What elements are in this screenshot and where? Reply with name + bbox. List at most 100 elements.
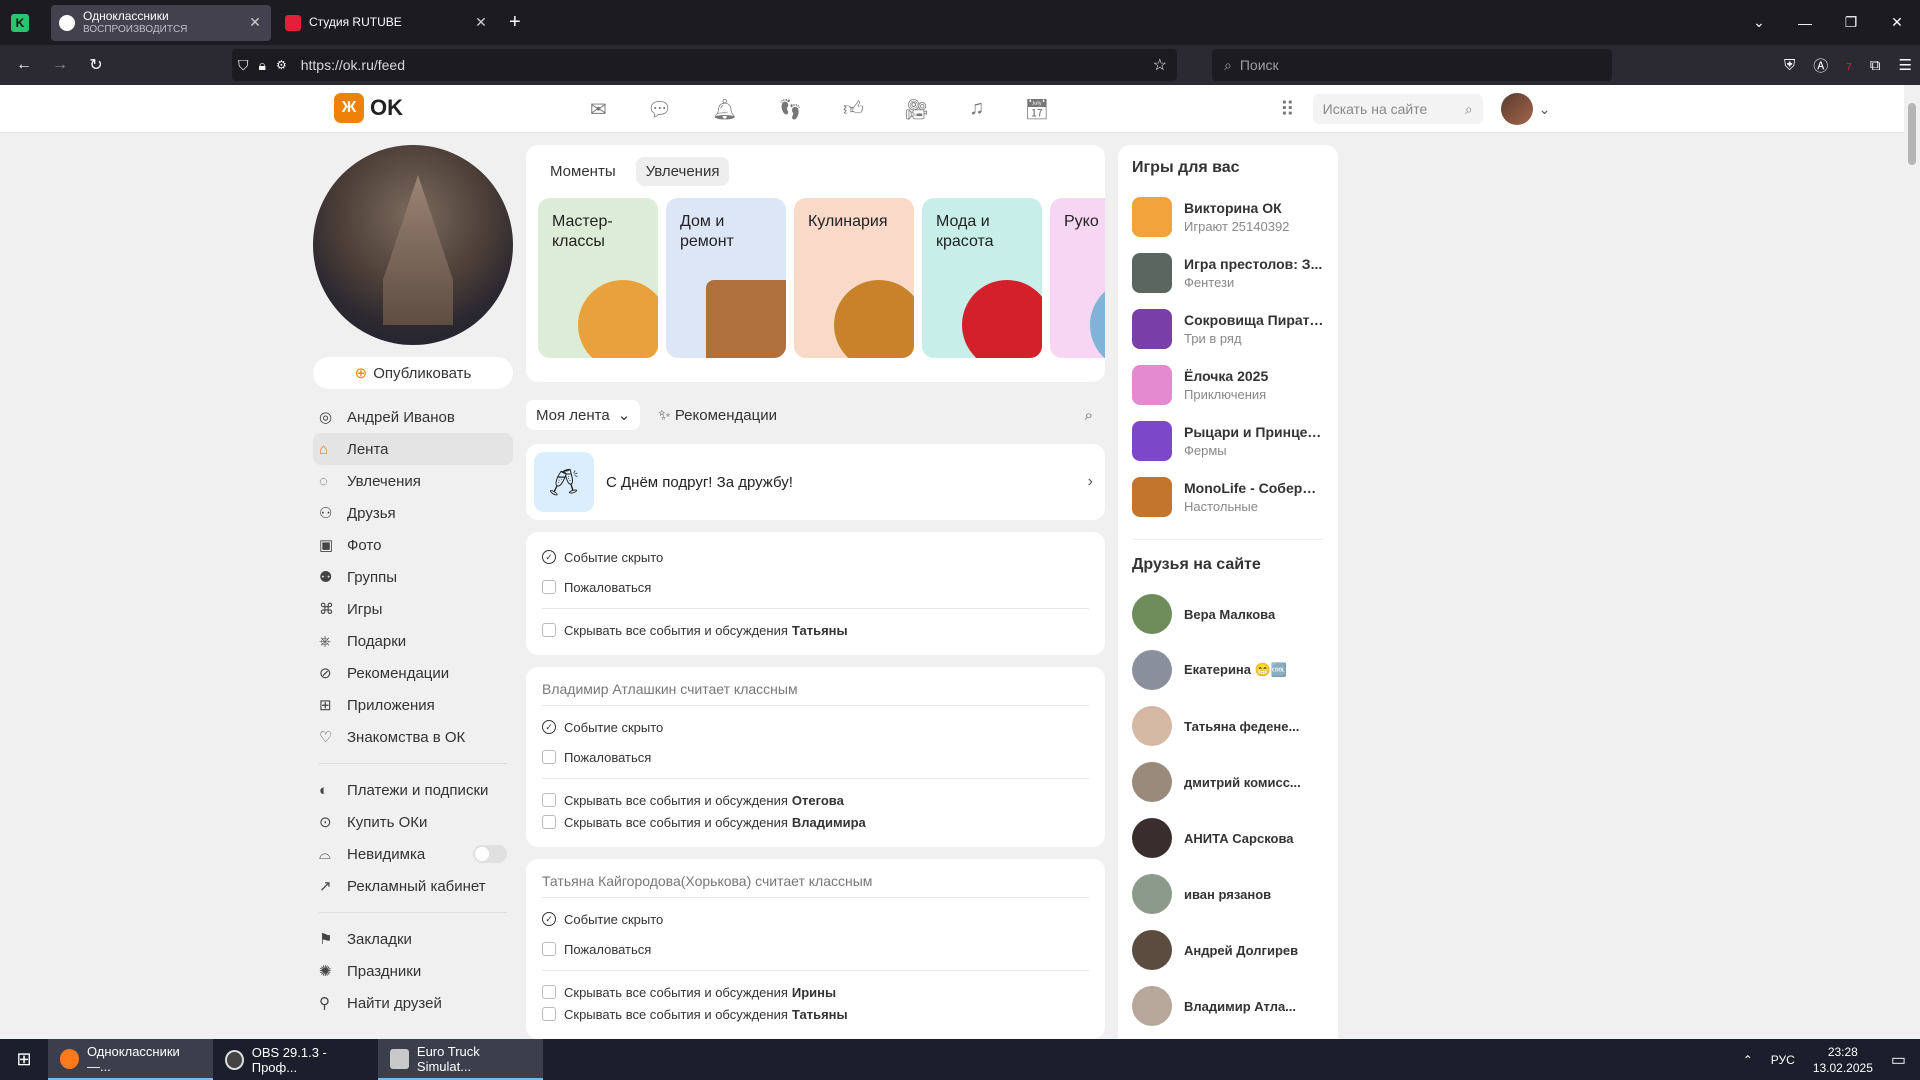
friend-item[interactable]: иван рязанов: [1132, 866, 1324, 922]
apps-grid-icon[interactable]: ⠿: [1280, 97, 1295, 122]
reload-icon[interactable]: ↻: [78, 55, 114, 75]
report-row[interactable]: Пожаловаться: [542, 746, 1089, 768]
menu-icon[interactable]: ☰: [1899, 56, 1912, 74]
checkbox[interactable]: [542, 580, 556, 594]
checkbox[interactable]: [542, 815, 556, 829]
sidebar-item-groups[interactable]: ⚉ Группы: [313, 561, 513, 593]
hide-all-row[interactable]: Скрывать все события и обсуждения Владими…: [542, 811, 1089, 833]
sidebar-item-feed[interactable]: ⌂ Лента: [313, 433, 513, 465]
checkbox[interactable]: [542, 985, 556, 999]
checkbox[interactable]: [542, 1007, 556, 1021]
sidebar-item-photo[interactable]: ▣ Фото: [313, 529, 513, 561]
messages-icon[interactable]: ✉: [590, 97, 607, 122]
sidebar-item-dating[interactable]: ♡ Знакомства в ОК: [313, 721, 513, 753]
restore-icon[interactable]: ❐: [1828, 14, 1874, 31]
friend-item[interactable]: Вера Малкова: [1132, 586, 1324, 642]
friend-avatar[interactable]: [1132, 650, 1172, 690]
sidebar-item-buy-oki[interactable]: ⊙ Купить ОКи: [313, 806, 513, 838]
friend-item[interactable]: Татьяна федене...: [1132, 698, 1324, 754]
friend-avatar[interactable]: [1132, 818, 1172, 858]
friend-name[interactable]: Екатерина 😁🆒: [1184, 662, 1324, 678]
close-window-icon[interactable]: ✕: [1874, 14, 1920, 31]
game-item[interactable]: Сокровища Пиратов Три в ряд: [1132, 301, 1324, 357]
chevron-right-icon[interactable]: ›: [1088, 473, 1093, 491]
sidebar-item-hobbies[interactable]: ◌ Увлечения: [313, 465, 513, 497]
friend-item[interactable]: Владимир Атла...: [1132, 978, 1324, 1034]
profile-photo[interactable]: [313, 145, 513, 345]
site-search-input[interactable]: Искать на сайте ⌕: [1312, 94, 1483, 124]
invisible-toggle[interactable]: [473, 845, 507, 863]
sidebar-item-holidays[interactable]: ✺ Праздники: [313, 955, 513, 987]
extensions-icon[interactable]: ⧉: [1870, 57, 1881, 74]
hobby-tile-home[interactable]: Дом и ремонт: [666, 198, 786, 358]
notifications-icon[interactable]: 🔔︎: [712, 97, 737, 122]
taskbar-item-ets[interactable]: Euro Truck Simulat...: [378, 1039, 543, 1080]
report-row[interactable]: Пожаловаться: [542, 938, 1089, 960]
sidebar-item-games[interactable]: ⌘ Игры: [313, 593, 513, 625]
hide-all-row[interactable]: Скрывать все события и обсуждения Татьяны: [542, 619, 1089, 641]
friend-item[interactable]: АНИТА Сарскова: [1132, 810, 1324, 866]
hobby-tile-fashion[interactable]: Мода и красота: [922, 198, 1042, 358]
report-row[interactable]: Пожаловаться: [542, 576, 1089, 598]
sidebar-item-gifts[interactable]: ⎈ Подарки: [313, 625, 513, 657]
tab-hobbies[interactable]: Увлечения: [635, 157, 730, 186]
close-tab-icon[interactable]: ✕: [247, 14, 263, 31]
back-icon[interactable]: ←: [6, 56, 42, 74]
bookmark-star-icon[interactable]: ☆: [1153, 55, 1167, 75]
video-icon[interactable]: 🎥︎: [904, 97, 929, 122]
feed-filter-dropdown[interactable]: Моя лента ⌄: [526, 400, 641, 430]
sidebar-item-apps[interactable]: ⊞ Приложения: [313, 689, 513, 721]
friend-name[interactable]: АНИТА Сарскова: [1184, 831, 1324, 846]
taskbar-item-firefox[interactable]: Одноклассники —...: [48, 1039, 213, 1080]
friend-item[interactable]: Андрей Долгирев: [1132, 922, 1324, 978]
holiday-banner[interactable]: 🥂︎ С Днём подруг! За дружбу! ›: [526, 444, 1105, 520]
language-indicator[interactable]: РУС: [1771, 1053, 1795, 1067]
friend-name[interactable]: Татьяна федене...: [1184, 719, 1324, 734]
sidebar-item-bookmarks[interactable]: ⚑ Закладки: [313, 923, 513, 955]
hobby-tile-cooking[interactable]: Кулинария: [794, 198, 914, 358]
tab-list-icon[interactable]: ⌄: [1736, 14, 1782, 31]
game-item[interactable]: MonoLife - Собери ... Настольные: [1132, 469, 1324, 525]
guests-icon[interactable]: 👣︎: [778, 97, 803, 122]
hobby-tile-master-classes[interactable]: Мастер-классы: [538, 198, 658, 358]
event-hidden-row[interactable]: ✓ Событие скрыто: [542, 546, 1089, 568]
checkbox[interactable]: [542, 793, 556, 807]
friend-avatar[interactable]: [1132, 874, 1172, 914]
game-item[interactable]: Рыцари и Принцес... Фермы: [1132, 413, 1324, 469]
permissions-icon[interactable]: ⚙: [276, 58, 287, 72]
new-tab-icon[interactable]: +: [509, 11, 521, 34]
sidebar-item-invisible[interactable]: ⌓ Невидимка: [313, 838, 513, 870]
friend-avatar[interactable]: [1132, 986, 1172, 1026]
windows-start-icon[interactable]: ⊞: [0, 1049, 48, 1070]
friend-avatar[interactable]: [1132, 762, 1172, 802]
friend-item[interactable]: дмитрий комисс...: [1132, 754, 1324, 810]
friend-name[interactable]: Вера Малкова: [1184, 607, 1324, 622]
friend-name[interactable]: Андрей Долгирев: [1184, 943, 1324, 958]
event-hidden-row[interactable]: ✓ Событие скрыто: [542, 716, 1089, 738]
friend-avatar[interactable]: [1132, 930, 1172, 970]
lock-icon[interactable]: 🔒︎: [259, 57, 266, 74]
taskbar-item-obs[interactable]: OBS 29.1.3 - Проф...: [213, 1039, 378, 1080]
event-hidden-row[interactable]: ✓ Событие скрыто: [542, 908, 1089, 930]
minimize-icon[interactable]: —: [1782, 15, 1828, 31]
hide-all-row[interactable]: Скрывать все события и обсуждения Татьяны: [542, 1003, 1089, 1025]
sidebar-item-recommendations[interactable]: ⊘ Рекомендации: [313, 657, 513, 689]
likes-icon[interactable]: 👍︎: [843, 97, 864, 122]
friend-name[interactable]: иван рязанов: [1184, 887, 1324, 902]
tab-odnoklassniki[interactable]: Одноклассники ВОСПРОИЗВОДИТСЯ ✕: [51, 4, 271, 41]
checkbox[interactable]: [542, 750, 556, 764]
sidebar-item-find-friends[interactable]: ⚲ Найти друзей: [313, 987, 513, 1019]
hide-all-row[interactable]: Скрывать все события и обсуждения Ирины: [542, 981, 1089, 1003]
search-icon[interactable]: ⌕: [1465, 101, 1473, 118]
ok-logo[interactable]: Ж OK: [334, 93, 403, 123]
shield-icon[interactable]: ⛉: [238, 57, 249, 74]
recommendations-link[interactable]: ✨︎ Рекомендации: [658, 407, 777, 424]
pocket-icon[interactable]: ⛨: [1784, 57, 1795, 74]
tab-rutube[interactable]: Студия RUTUBE ✕: [277, 5, 497, 41]
game-item[interactable]: Викторина ОК Играют 25140392: [1132, 189, 1324, 245]
avatar[interactable]: [1500, 93, 1533, 125]
calendar-icon[interactable]: 📅︎: [1024, 97, 1049, 122]
page-scrollbar[interactable]: [1904, 85, 1920, 1039]
friend-avatar[interactable]: [1132, 594, 1172, 634]
friend-name[interactable]: Владимир Атла...: [1184, 999, 1324, 1014]
